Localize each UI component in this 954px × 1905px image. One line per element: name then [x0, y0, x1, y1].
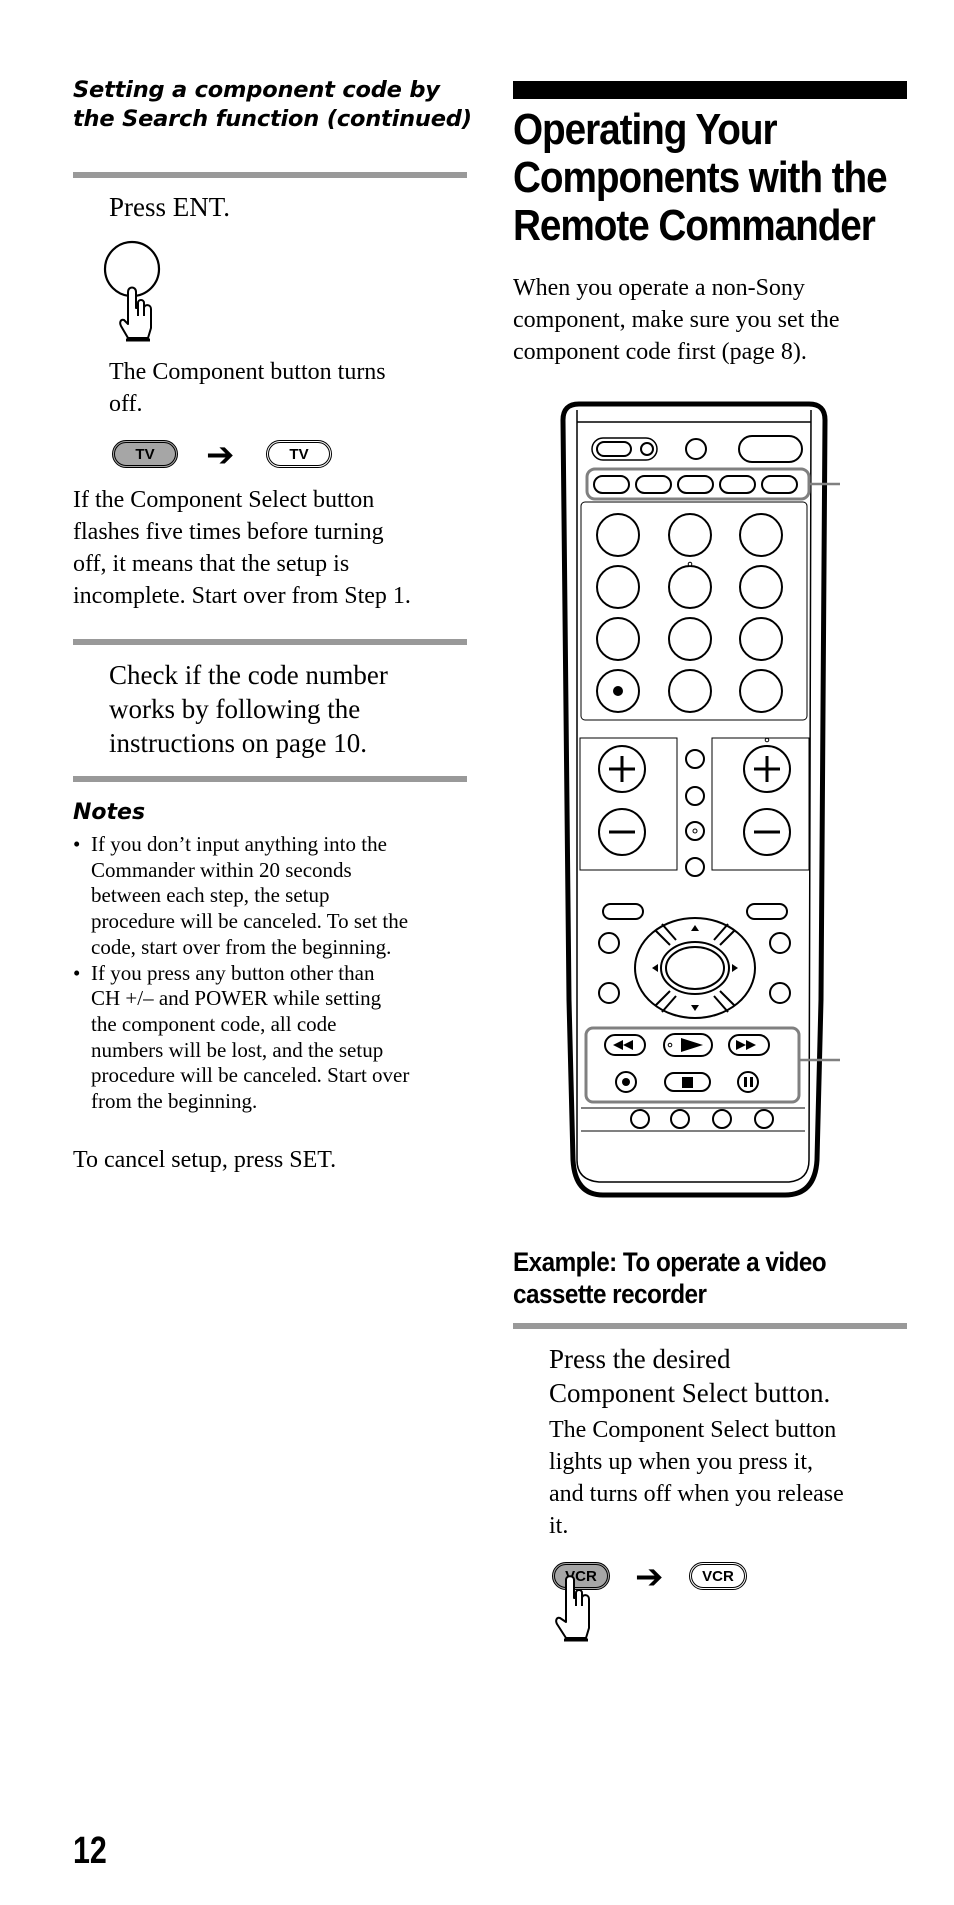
number-key: [596, 565, 640, 609]
page-number: 12: [73, 1830, 107, 1872]
pause-icon: [744, 1077, 747, 1087]
example-heading: Example: To operate a video cassette rec…: [513, 1246, 891, 1310]
stop-icon: [682, 1077, 693, 1088]
step-line: Press the desired: [549, 1344, 731, 1374]
intro-line: component, make sure you set the: [513, 307, 840, 333]
notes-list: If you don’t input anything into the Com…: [73, 832, 473, 1115]
example-heading-line: Example: To operate a video: [513, 1247, 827, 1277]
result-line: lights up when you press it,: [549, 1449, 813, 1475]
note-line: flashes five times before turning: [73, 519, 384, 545]
step-line: Check if the code number: [109, 660, 388, 690]
top-buttons: [591, 435, 803, 463]
section-heading-line: Setting a component code by: [73, 77, 440, 103]
step-divider: [73, 639, 467, 645]
number-key: [596, 513, 640, 557]
step-instruction-press-ent: Press ENT.: [109, 192, 230, 222]
title-line: Remote Commander: [513, 201, 876, 250]
tv-button-lit: TV: [112, 440, 178, 468]
section-heading: Setting a component code by the Search f…: [73, 76, 483, 134]
note-line: Commander within 20 seconds: [91, 857, 352, 882]
step-result-text: The Component Select button lights up wh…: [549, 1414, 929, 1542]
title-line: Operating Your: [513, 105, 778, 154]
notes-title: Notes: [73, 800, 146, 825]
bottom-buttons: [581, 1107, 805, 1132]
chapter-title: Operating Your Components with the Remot…: [513, 105, 888, 250]
step-divider: [513, 1323, 907, 1329]
number-keypad: [580, 501, 808, 721]
number-key: [668, 669, 712, 713]
section-heading-line: the Search function (continued): [73, 106, 472, 132]
directional-pad: [598, 903, 791, 1019]
result-line: The Component button turns: [109, 359, 386, 385]
volume-channel-rockers: [579, 737, 810, 877]
note-line: If you press any button other than: [91, 960, 375, 985]
note-line: procedure will be canceled. Start over: [91, 1063, 410, 1088]
result-line: off.: [109, 391, 143, 417]
title-line: Components with the: [513, 153, 888, 202]
note-line: between each step, the setup: [91, 883, 330, 908]
note-line: from the beginning.: [91, 1089, 258, 1114]
note-line: the component code, all code: [91, 1011, 337, 1036]
step-divider: [73, 776, 467, 782]
transport-group: [584, 1026, 840, 1104]
note-line: If the Component Select button: [73, 487, 375, 513]
step-line: Component Select button.: [549, 1378, 831, 1408]
note-line: off, it means that the setup is: [73, 551, 350, 577]
number-key: [739, 513, 783, 557]
incomplete-note: If the Component Select button flashes f…: [73, 484, 473, 612]
component-select-button: [719, 475, 756, 494]
intro-paragraph: When you operate a non-Sony component, m…: [513, 272, 923, 368]
step-instruction-press-select: Press the desired Component Select butto…: [549, 1342, 929, 1410]
note-line: numbers will be lost, and the setup: [91, 1037, 384, 1062]
number-key: [596, 617, 640, 661]
component-select-button: [677, 475, 714, 494]
note-line: If you don’t input anything into the: [91, 832, 387, 856]
step-line: works by following the: [109, 694, 361, 724]
record-icon: [622, 1078, 630, 1086]
remote-commander-illustration: [560, 401, 840, 1198]
pause-button: [737, 1071, 759, 1093]
note-line: incomplete. Start over from Step 1.: [73, 583, 411, 609]
intro-line: component code first (page 8).: [513, 339, 807, 365]
tv-button-off: TV: [266, 440, 332, 468]
component-select-button: [635, 475, 672, 494]
step-line: instructions on page 10.: [109, 728, 367, 758]
number-key: [668, 565, 712, 609]
note-line: procedure will be canceled. To set the: [91, 909, 409, 934]
number-key: [739, 669, 783, 713]
component-select-button: [593, 475, 630, 494]
number-key: [668, 513, 712, 557]
number-key: [739, 565, 783, 609]
number-key: [739, 617, 783, 661]
result-line: and turns off when you release: [549, 1481, 844, 1507]
step-instruction-check-code: Check if the code number works by follow…: [109, 658, 469, 760]
step-divider: [73, 172, 467, 178]
note-line: code, start over from the beginning.: [91, 934, 392, 959]
component-select-button: [761, 475, 798, 494]
vcr-button-off: VCR: [689, 1562, 747, 1590]
note-line: CH +/– and POWER while setting: [91, 986, 382, 1011]
right-arrow-icon: ➔: [635, 1557, 664, 1597]
result-line: it.: [549, 1513, 569, 1539]
right-arrow-icon: ➔: [206, 435, 235, 475]
component-select-group: [585, 467, 840, 501]
note-item: If you press any button other than CH +/…: [73, 961, 473, 1115]
example-heading-line: cassette recorder: [513, 1279, 707, 1309]
round-button-icon: [685, 438, 707, 460]
result-line: The Component Select button: [549, 1417, 837, 1443]
intro-line: When you operate a non-Sony: [513, 275, 805, 301]
ent-button-press-illustration: [103, 240, 161, 342]
pointing-hand-icon: [555, 1575, 590, 1642]
step-result-text: The Component button turns off.: [109, 356, 469, 420]
cancel-setup-text: To cancel setup, press SET.: [73, 1147, 337, 1173]
number-key: [668, 617, 712, 661]
large-oval-button-icon: [738, 435, 803, 463]
chapter-bar: [513, 81, 907, 99]
note-item: If you don’t input anything into the Com…: [73, 832, 473, 961]
